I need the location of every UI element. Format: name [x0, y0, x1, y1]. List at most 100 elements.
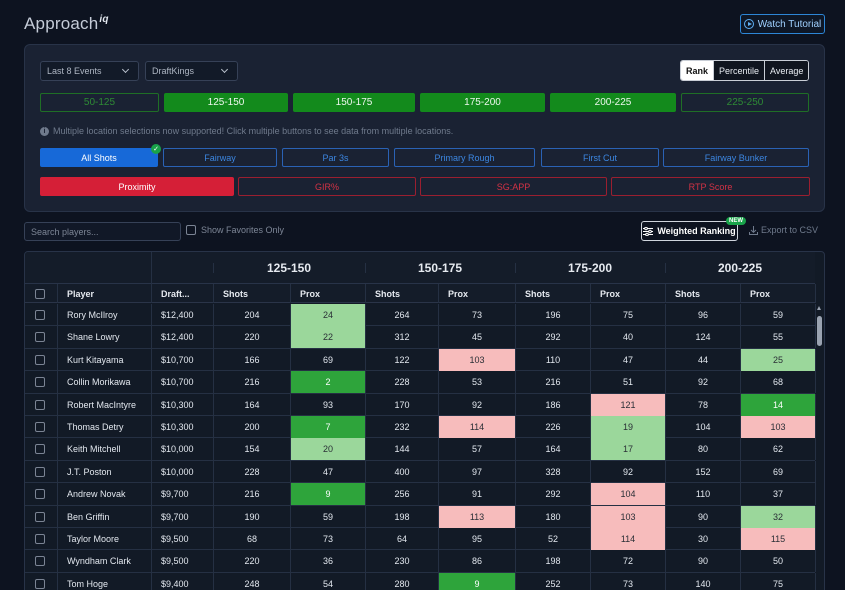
player-name[interactable]: Andrew Novak: [67, 483, 126, 505]
column-header-prox[interactable]: Prox: [448, 284, 468, 303]
column-header-shots[interactable]: Shots: [525, 284, 550, 303]
table-row[interactable]: Keith Mitchell $10,000 154 20 144 57 164 17 80 62: [25, 438, 816, 461]
table-row[interactable]: Rory McIlroy $12,400 204 24 264 73 196 75 96 59: [25, 304, 816, 327]
table-row[interactable]: Robert MacIntyre $10,300 164 93 170 92 186 121 7…: [25, 393, 816, 416]
prox-value: 9: [291, 483, 365, 506]
player-name[interactable]: Collin Morikawa: [67, 371, 131, 393]
row-checkbox[interactable]: [35, 556, 45, 567]
column-header-shots[interactable]: Shots: [223, 284, 248, 303]
column-header-draft[interactable]: Draft...: [161, 284, 190, 303]
table-row[interactable]: Thomas Detry $10,300 200 7 232 114 226 19 104 103: [25, 416, 816, 439]
column-header-shots[interactable]: Shots: [375, 284, 400, 303]
row-checkbox-cell[interactable]: [35, 528, 45, 550]
player-name[interactable]: Shane Lowry: [67, 326, 120, 348]
location-button-fairway[interactable]: Fairway: [163, 148, 277, 167]
row-checkbox[interactable]: [35, 377, 45, 388]
table-row[interactable]: Kurt Kitayama $10,700 166 69 122 103 110 47 44 25: [25, 348, 816, 372]
player-name[interactable]: J.T. Poston: [67, 461, 112, 483]
row-checkbox[interactable]: [35, 534, 45, 544]
scroll-up-icon[interactable]: [817, 306, 821, 310]
row-checkbox-cell[interactable]: [35, 483, 45, 505]
prox-value: 59: [772, 310, 783, 320]
row-checkbox[interactable]: [35, 444, 45, 455]
metric-button-sg-app[interactable]: SG:APP: [420, 177, 607, 196]
column-header-player[interactable]: Player: [67, 284, 94, 303]
row-checkbox[interactable]: [35, 489, 45, 500]
player-name[interactable]: Keith Mitchell: [67, 438, 121, 460]
row-checkbox-cell[interactable]: [35, 461, 45, 483]
location-button-primary-rough[interactable]: Primary Rough: [394, 148, 535, 167]
range-button-125-150[interactable]: 125-150: [164, 93, 288, 112]
select-all-checkbox[interactable]: [35, 284, 45, 303]
table-row[interactable]: J.T. Poston $10,000 228 47 400 97 328 92 152 69: [25, 460, 816, 484]
range-button-175-200[interactable]: 175-200: [420, 93, 545, 112]
weighted-ranking-button[interactable]: Weighted Ranking: [641, 221, 738, 241]
export-csv-button[interactable]: Export to CSV: [749, 225, 818, 235]
row-checkbox[interactable]: [35, 578, 45, 589]
location-button-fairway-bunker[interactable]: Fairway Bunker: [663, 148, 809, 167]
watch-tutorial-button[interactable]: Watch Tutorial: [740, 14, 825, 34]
row-checkbox-cell[interactable]: [35, 573, 45, 590]
location-button-first-cut[interactable]: First Cut: [541, 148, 659, 167]
row-checkbox[interactable]: [35, 310, 45, 320]
range-button-225-250[interactable]: 225-250: [681, 93, 809, 112]
player-name[interactable]: Ben Griffin: [67, 506, 109, 528]
table-row[interactable]: Taylor Moore $9,500 68 73 64 95 52 114 30 115: [25, 528, 816, 551]
player-name[interactable]: Thomas Detry: [67, 416, 124, 438]
location-button-par-3s[interactable]: Par 3s: [282, 148, 389, 167]
player-name[interactable]: Tom Hoge: [67, 573, 108, 590]
row-checkbox-cell[interactable]: [35, 394, 45, 416]
events-select[interactable]: Last 8 Events: [40, 61, 139, 81]
row-checkbox[interactable]: [35, 466, 45, 477]
row-checkbox-cell[interactable]: [35, 506, 45, 528]
scroll-thumb[interactable]: [817, 316, 822, 346]
player-name[interactable]: Rory McIlroy: [67, 304, 118, 326]
site-select[interactable]: DraftKings: [145, 61, 238, 81]
row-checkbox-cell[interactable]: [35, 550, 45, 572]
row-checkbox-cell[interactable]: [35, 349, 45, 371]
range-button-150-175[interactable]: 150-175: [293, 93, 415, 112]
player-name[interactable]: Taylor Moore: [67, 528, 119, 550]
player-name[interactable]: Wyndham Clark: [67, 550, 131, 572]
row-checkbox-cell[interactable]: [35, 371, 45, 393]
prox-value: 113: [439, 505, 515, 528]
column-header-prox[interactable]: Prox: [750, 284, 770, 303]
table-row[interactable]: Wyndham Clark $9,500 220 36 230 86 198 72 90 50: [25, 550, 816, 573]
column-header-shots[interactable]: Shots: [675, 284, 700, 303]
table-scrollbar[interactable]: [816, 304, 823, 590]
view-mode-rank[interactable]: Rank: [681, 61, 714, 80]
row-checkbox-cell[interactable]: [35, 326, 45, 348]
row-checkbox[interactable]: [35, 511, 45, 522]
row-checkbox-cell[interactable]: [35, 304, 45, 326]
row-checkbox[interactable]: [35, 354, 45, 365]
location-button-all-shots[interactable]: All Shots ✓: [40, 144, 161, 167]
range-button-200-225[interactable]: 200-225: [550, 93, 676, 112]
view-mode-average[interactable]: Average: [764, 61, 809, 80]
player-name[interactable]: Kurt Kitayama: [67, 349, 124, 371]
row-checkbox-cell[interactable]: [35, 416, 45, 438]
search-input[interactable]: Search players...: [24, 222, 181, 241]
range-button-50-125[interactable]: 50-125: [40, 93, 159, 112]
row-checkbox-cell[interactable]: [35, 438, 45, 460]
row-checkbox[interactable]: [35, 399, 45, 410]
cell-divider: [665, 326, 666, 349]
table-row[interactable]: Ben Griffin $9,700 190 59 198 113 180 103 90 32: [25, 505, 816, 528]
checkbox[interactable]: [35, 288, 45, 299]
table-row[interactable]: Shane Lowry $12,400 220 22 312 45 292 40 124 55: [25, 326, 816, 349]
table-row[interactable]: Tom Hoge $9,400 248 54 280 9 252 73 140 75: [25, 572, 816, 590]
favorites-toggle[interactable]: Show Favorites Only: [186, 225, 284, 235]
salary: $10,000: [161, 466, 194, 477]
favorites-checkbox[interactable]: [186, 225, 196, 235]
metric-button-gir[interactable]: GIR%: [238, 177, 416, 196]
column-header-prox[interactable]: Prox: [300, 284, 320, 303]
metric-button-proximity[interactable]: Proximity: [40, 177, 234, 196]
table-row[interactable]: Andrew Novak $9,700 216 9 256 91 292 104 110 37: [25, 483, 816, 506]
column-header-prox[interactable]: Prox: [600, 284, 620, 303]
cell-divider: [665, 304, 666, 326]
row-checkbox[interactable]: [35, 332, 45, 343]
player-name[interactable]: Robert MacIntyre: [67, 394, 136, 416]
row-checkbox[interactable]: [35, 422, 45, 432]
metric-button-rtp-score[interactable]: RTP Score: [611, 177, 810, 196]
view-mode-percentile[interactable]: Percentile: [713, 61, 765, 80]
table-row[interactable]: Collin Morikawa $10,700 216 2 228 53 216 51 92 68: [25, 371, 816, 394]
